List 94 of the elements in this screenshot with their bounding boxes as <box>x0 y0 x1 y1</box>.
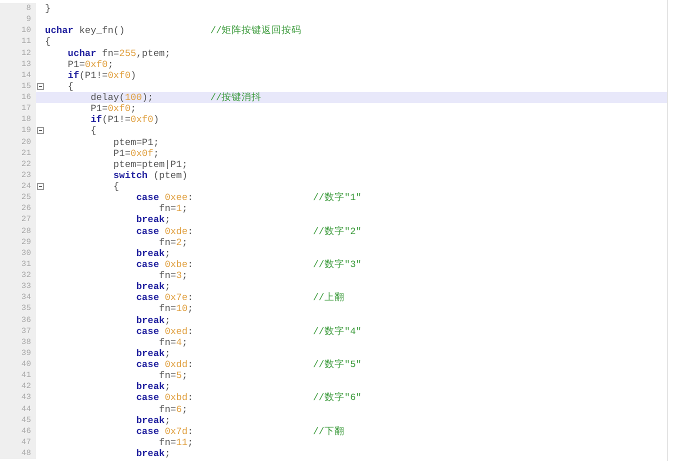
code-comment: //数字"4" <box>312 326 362 337</box>
line-number: 48 <box>0 448 36 460</box>
code-comment: //上翻 <box>312 292 344 304</box>
line-number: 42 <box>0 381 36 392</box>
code-line: case 0x7d: <box>135 426 194 437</box>
line-number: 17 <box>0 103 36 114</box>
line-number: 34 <box>0 292 36 304</box>
code-line: break; <box>135 281 170 292</box>
code-line: { <box>45 36 51 48</box>
code-line: P1=0x0f; <box>112 148 160 159</box>
line-number: 30 <box>0 248 36 259</box>
line-number: 39 <box>0 348 36 359</box>
code-line: fn=4; <box>158 336 188 348</box>
code-line: if(P1!=0xf0) <box>90 114 160 126</box>
code-comment: //数字"1" <box>312 192 362 204</box>
line-number: 37 <box>0 326 36 337</box>
fold-icon[interactable] <box>37 183 44 190</box>
code-line: case 0x7e: <box>135 292 194 304</box>
code-line: ptem=P1; <box>112 136 160 148</box>
line-number: 10 <box>0 25 36 36</box>
line-number: 47 <box>0 436 36 448</box>
code-comment: //下翻 <box>312 426 344 437</box>
code-line: case 0xed: <box>135 326 194 337</box>
fold-icon[interactable] <box>37 127 44 134</box>
code-line: switch (ptem) <box>112 170 188 181</box>
code-line: { <box>90 125 96 136</box>
code-line: P1=0xf0; <box>90 103 136 114</box>
code-line: break; <box>135 381 170 392</box>
line-number: 18 <box>0 114 36 126</box>
line-number: 24 <box>0 181 36 192</box>
line-number: 45 <box>0 414 36 426</box>
line-number: 14 <box>0 70 36 81</box>
code-line: ptem=ptem|P1; <box>112 158 188 170</box>
code-comment: //矩阵按键返回按码 <box>210 25 302 36</box>
code-line: uchar fn=255,ptem; <box>66 48 170 58</box>
line-number: 9 <box>0 14 36 26</box>
code-line: { <box>112 181 120 192</box>
code-comment: //数字"3" <box>312 258 362 270</box>
code-line: fn=6; <box>158 404 188 414</box>
code-line: case 0xbe: <box>135 258 194 270</box>
code-line: case 0xbd: <box>135 392 194 404</box>
line-number: 19 <box>0 125 36 136</box>
line-number: 22 <box>0 158 36 170</box>
line-number: 32 <box>0 270 36 282</box>
code-line: fn=10; <box>158 303 194 314</box>
code-line: case 0xde: <box>135 226 194 236</box>
code-line: fn=11; <box>158 436 194 448</box>
code-line: break; <box>135 248 170 259</box>
line-number: 36 <box>0 314 36 326</box>
line-number: 23 <box>0 170 36 181</box>
line-number: 46 <box>0 426 36 437</box>
code-line: fn=2; <box>158 236 188 248</box>
code-line: break; <box>135 414 170 426</box>
code-line: case 0xee: <box>135 192 194 204</box>
line-number: 33 <box>0 281 36 292</box>
line-number: 26 <box>0 203 36 214</box>
code-line: break; <box>135 314 170 326</box>
code-comment: //数字"6" <box>312 392 362 404</box>
code-line: delay(100); <box>90 92 154 103</box>
code-comment: //数字"5" <box>312 359 362 370</box>
line-number: 44 <box>0 404 36 415</box>
line-number: 38 <box>0 336 36 348</box>
code-comment: //数字"2" <box>312 226 362 236</box>
code-line: } <box>45 3 51 14</box>
code-line: fn=1; <box>158 203 188 214</box>
code-line: P1=0xf0; <box>66 58 114 70</box>
code-line: break; <box>135 348 170 359</box>
line-number: 41 <box>0 370 36 382</box>
line-number: 43 <box>0 392 36 404</box>
line-number: 15 <box>0 80 36 92</box>
line-number: 28 <box>0 226 36 237</box>
line-number: 11 <box>0 36 36 48</box>
line-number: 12 <box>0 48 36 59</box>
line-number: 16 <box>0 92 36 104</box>
code-line: if(P1!=0xf0) <box>66 70 136 81</box>
code-comment: //按键消抖 <box>210 92 262 103</box>
code-line: { <box>66 80 74 92</box>
code-line: fn=3; <box>158 270 188 281</box>
code-line: break; <box>135 448 170 459</box>
code-line: break; <box>135 214 170 226</box>
line-number: 13 <box>0 58 36 70</box>
line-number: 29 <box>0 236 36 248</box>
line-number: 31 <box>0 258 36 270</box>
line-number: 25 <box>0 192 36 204</box>
code-line: uchar key_fn() <box>45 25 125 36</box>
code-line: fn=5; <box>158 370 188 382</box>
code-line: case 0xdd: <box>135 359 194 370</box>
line-number: 40 <box>0 359 36 370</box>
line-number: 20 <box>0 136 36 148</box>
line-number: 35 <box>0 303 36 314</box>
line-number: 8 <box>0 3 36 14</box>
line-number: 21 <box>0 148 36 159</box>
line-number: 27 <box>0 214 36 226</box>
fold-icon[interactable] <box>37 82 44 90</box>
